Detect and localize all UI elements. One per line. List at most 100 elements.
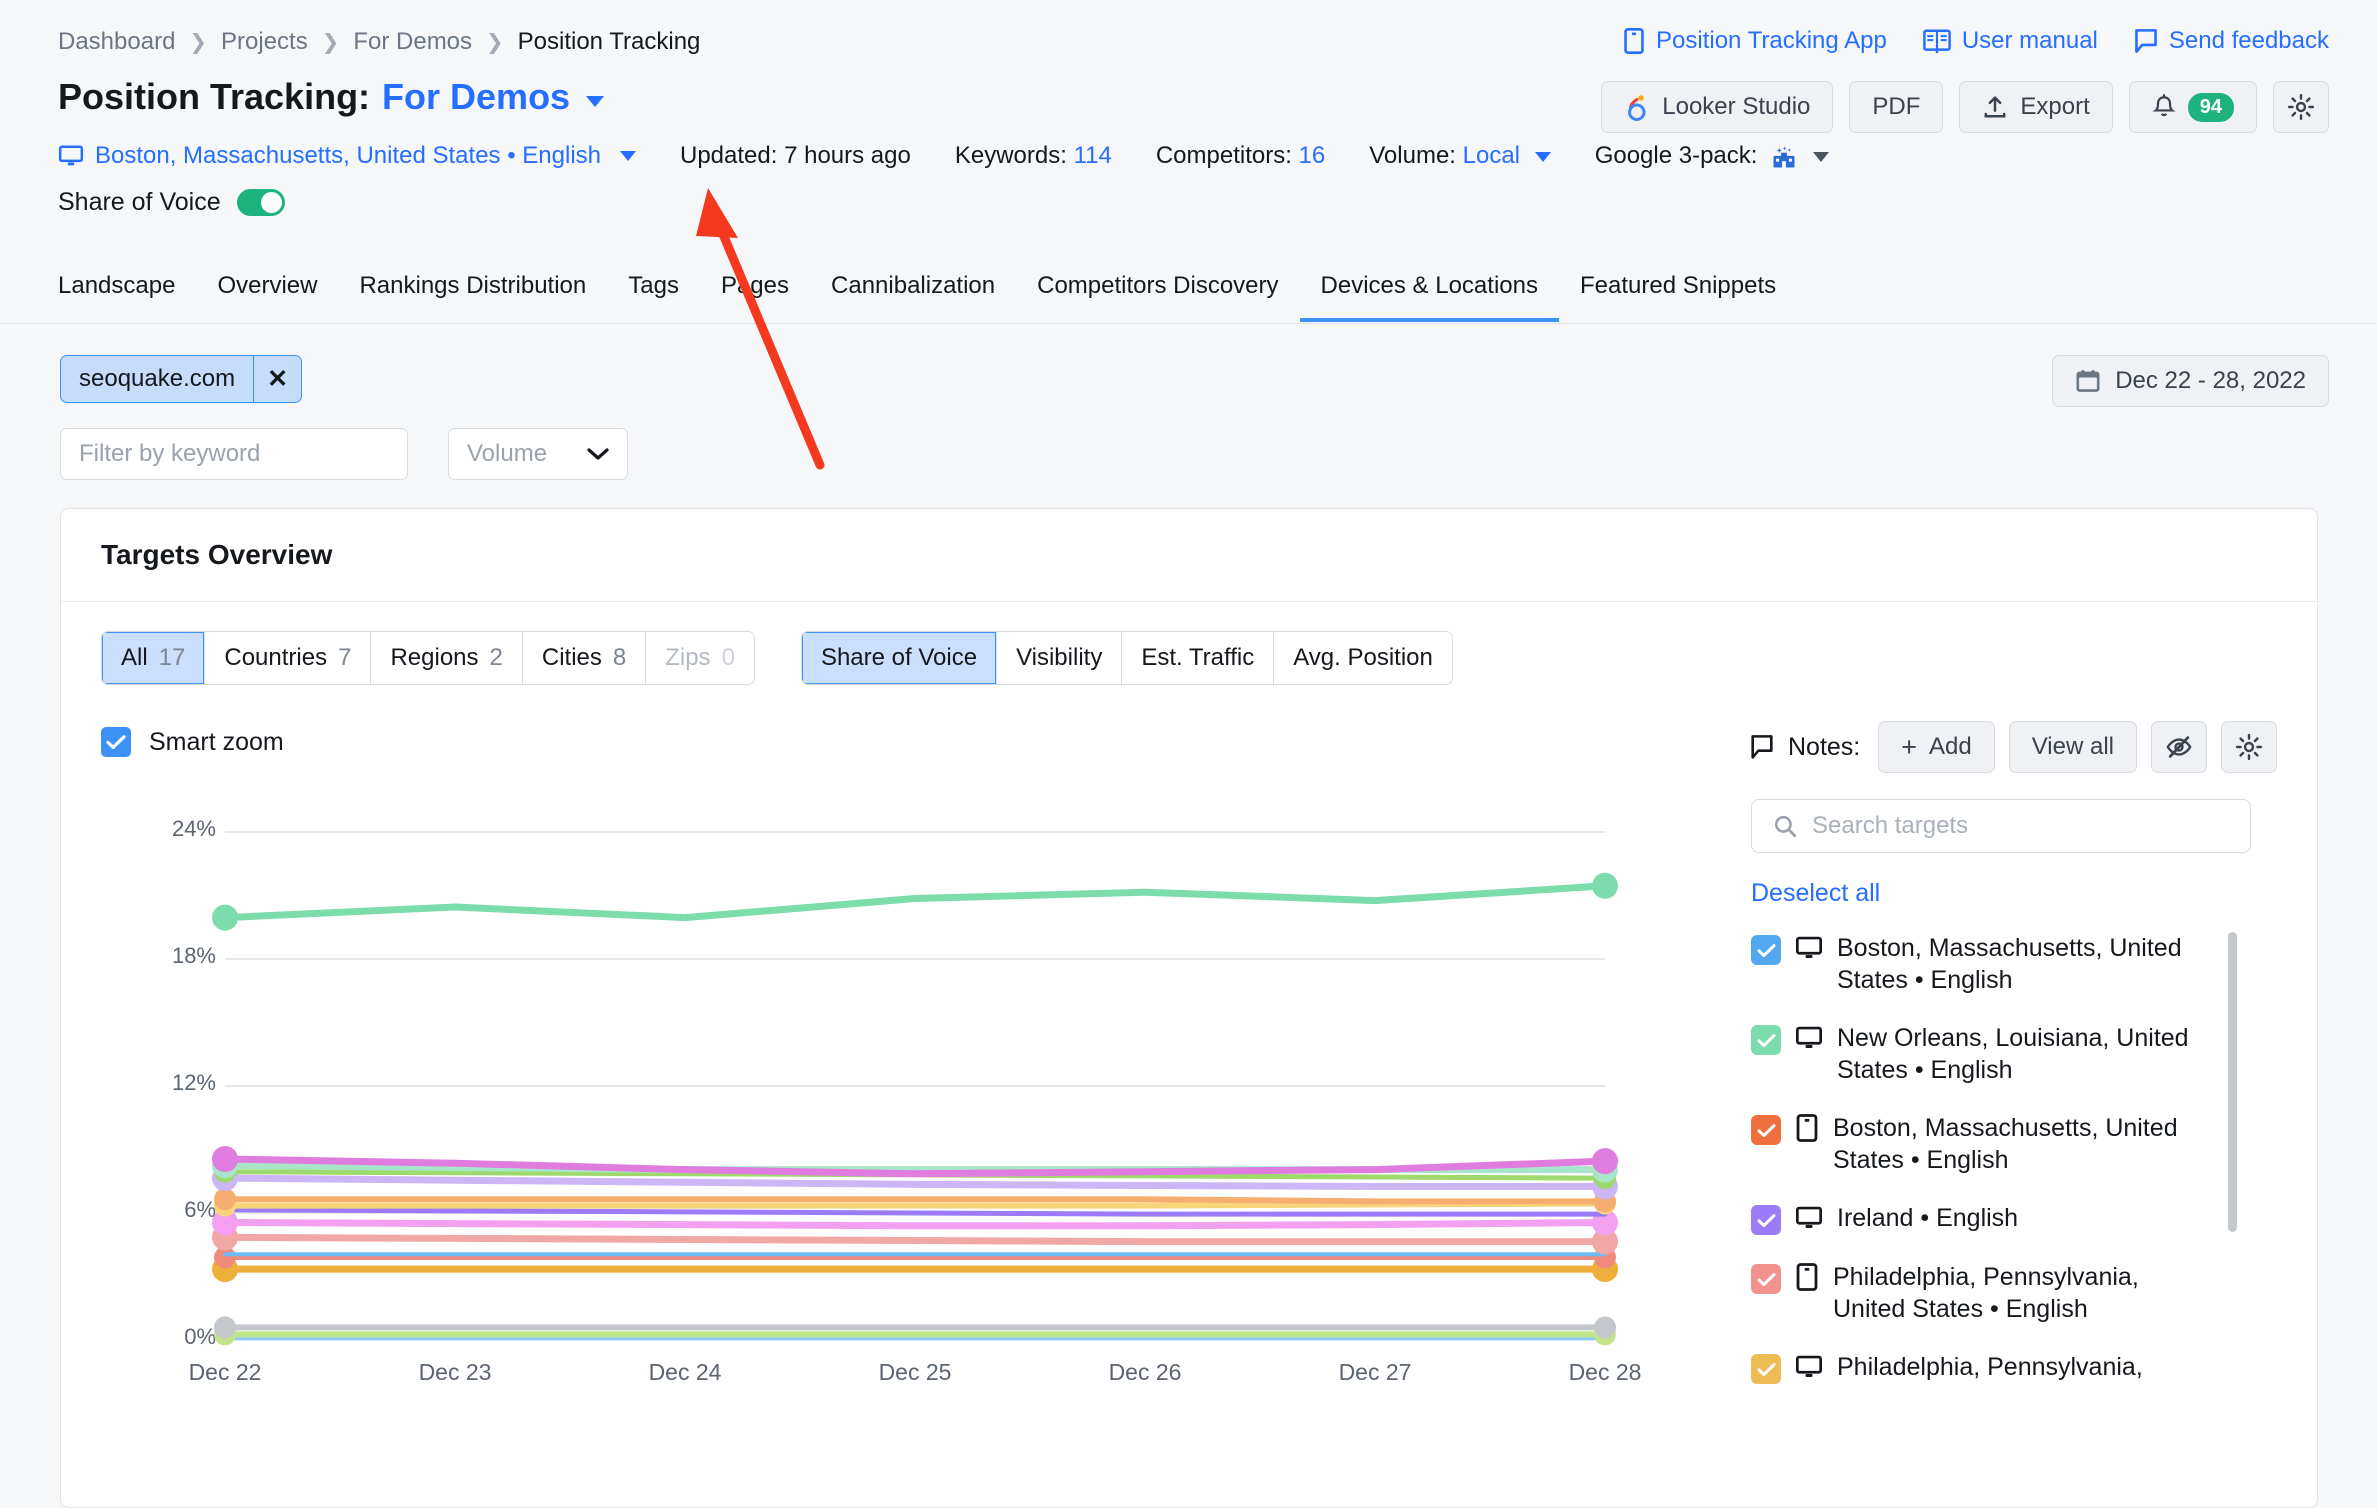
target-checkbox[interactable] — [1751, 1115, 1781, 1145]
targets-list-scrollbar[interactable] — [2228, 932, 2237, 1232]
target-list-item[interactable]: New Orleans, Louisiana, United States • … — [1751, 1022, 2251, 1086]
target-list-item[interactable]: Ireland • English — [1751, 1202, 2251, 1235]
target-checkbox[interactable] — [1751, 1264, 1781, 1294]
target-label: Ireland • English — [1837, 1204, 2019, 1232]
google-3pack-selector[interactable]: Google 3-pack: — [1595, 142, 1829, 171]
deselect-all-link[interactable]: Deselect all — [1751, 879, 1880, 908]
target-checkbox[interactable] — [1751, 1354, 1781, 1384]
volume-filter-select[interactable]: Volume — [448, 428, 628, 480]
chart-series-line — [221, 882, 1609, 922]
chart-series-endpoint-marker — [1594, 1316, 1616, 1339]
keywords-label: Keywords: — [954, 142, 1067, 170]
competitors-value[interactable]: 16 — [1299, 142, 1326, 169]
scope-tab-zips-label: Zips — [665, 644, 711, 671]
target-label: Philadelphia, Pennsylvania, United State… — [1833, 1263, 2139, 1323]
scope-tab-all[interactable]: All 17 — [102, 632, 206, 684]
notes-label: Notes: — [1787, 732, 1861, 761]
keyword-filter — [60, 428, 408, 480]
chart-series-endpoint-marker — [212, 904, 238, 931]
chevron-right-icon: ❯ — [189, 30, 208, 54]
breadcrumb-item-for-demos[interactable]: For Demos — [353, 28, 472, 56]
chart-x-tick-label: Dec 25 — [878, 1359, 952, 1385]
hide-notes-button[interactable] — [2151, 721, 2207, 773]
smart-zoom-checkbox[interactable] — [101, 727, 131, 757]
main-nav-tabs: Landscape Overview Rankings Distribution… — [0, 272, 2377, 324]
date-range-picker[interactable]: Dec 22 - 28, 2022 — [2052, 355, 2329, 407]
user-manual-link[interactable]: User manual — [1922, 27, 2098, 55]
breadcrumb-item-position-tracking: Position Tracking — [517, 28, 701, 55]
keywords-value[interactable]: 114 — [1074, 142, 1112, 169]
page-title-prefix: Position Tracking: — [58, 76, 371, 117]
volume-label: Volume: — [1369, 142, 1456, 170]
scope-tab-regions[interactable]: Regions 2 — [371, 632, 523, 684]
chart-x-tick-label: Dec 22 — [188, 1359, 262, 1385]
metric-tab-share-of-voice[interactable]: Share of Voice — [801, 632, 998, 684]
annotation-arrow — [696, 188, 825, 470]
tab-pages[interactable]: Pages — [700, 272, 810, 318]
looker-studio-button[interactable]: Looker Studio — [1601, 81, 1834, 133]
target-list-item[interactable]: Boston, Massachusetts, United States • E… — [1751, 1112, 2251, 1176]
volume-value: Local — [1462, 142, 1521, 170]
position-tracking-app-link[interactable]: Position Tracking App — [1623, 27, 1887, 55]
notes-settings-button[interactable] — [2221, 721, 2277, 773]
chart-series-endpoint-marker — [214, 1316, 236, 1339]
chevron-down-icon — [1534, 151, 1551, 162]
chart-x-tick-label: Dec 24 — [648, 1359, 722, 1385]
export-button[interactable]: Export — [1959, 81, 2113, 133]
target-list-item[interactable]: Boston, Massachusetts, United States • E… — [1751, 932, 2251, 996]
page-title: Position Tracking: For Demos — [58, 76, 605, 118]
share-of-voice-toggle[interactable] — [236, 189, 285, 216]
chevron-down-icon[interactable] — [586, 95, 605, 107]
settings-button[interactable] — [2273, 81, 2329, 133]
tab-tags[interactable]: Tags — [607, 272, 700, 318]
chart-x-tick-label: Dec 28 — [1568, 1359, 1642, 1385]
check-icon — [1757, 1213, 1775, 1227]
metric-tab-visibility[interactable]: Visibility — [997, 632, 1123, 684]
export-label: Export — [2020, 93, 2090, 120]
tab-cannibalization[interactable]: Cannibalization — [810, 272, 1016, 318]
volume-selector[interactable]: Volume: Local — [1369, 142, 1551, 170]
scope-tab-zips-count: 0 — [721, 644, 735, 671]
scope-tab-all-count: 17 — [158, 644, 186, 671]
tab-landscape[interactable]: Landscape — [58, 272, 196, 318]
date-range-label: Dec 22 - 28, 2022 — [2115, 367, 2306, 394]
scope-tab-cities[interactable]: Cities 8 — [522, 632, 647, 684]
card-title: Targets Overview — [61, 509, 2317, 602]
tab-competitors-discovery[interactable]: Competitors Discovery — [1016, 272, 1299, 318]
tab-devices-and-locations[interactable]: Devices & Locations — [1299, 272, 1559, 322]
notifications-button[interactable]: 94 — [2128, 81, 2257, 133]
breadcrumb-item-projects[interactable]: Projects — [221, 28, 308, 56]
add-note-button[interactable]: + Add — [1878, 721, 1995, 773]
domain-chip[interactable]: seoquake.com ✕ — [60, 355, 303, 403]
metric-tab-est-traffic[interactable]: Est. Traffic — [1122, 632, 1275, 684]
target-list-item[interactable]: Philadelphia, Pennsylvania, United State… — [1751, 1261, 2251, 1325]
pdf-button[interactable]: PDF — [1849, 81, 1944, 133]
search-input[interactable] — [61, 429, 407, 479]
target-checkbox[interactable] — [1751, 1025, 1781, 1055]
chevron-down-icon — [1812, 151, 1829, 162]
metric-tab-avg-position[interactable]: Avg. Position — [1274, 632, 1452, 684]
tab-featured-snippets[interactable]: Featured Snippets — [1559, 272, 1797, 318]
project-name-link[interactable]: For Demos — [382, 76, 570, 118]
search-button[interactable] — [407, 429, 408, 479]
notes-row: Notes: + Add View all — [1750, 721, 2277, 773]
tab-overview[interactable]: Overview — [196, 272, 338, 318]
targets-search-input[interactable] — [1812, 812, 2230, 840]
scope-tab-countries[interactable]: Countries 7 — [205, 632, 372, 684]
chart-x-tick-label: Dec 23 — [418, 1359, 492, 1385]
target-checkbox[interactable] — [1751, 935, 1781, 965]
breadcrumb-item-dashboard[interactable]: Dashboard — [58, 28, 175, 56]
chart-x-tick-label: Dec 27 — [1338, 1359, 1412, 1385]
header-buttons: Looker Studio PDF Export 94 — [1601, 81, 2329, 133]
send-feedback-link[interactable]: Send feedback — [2134, 27, 2329, 55]
view-all-notes-button[interactable]: View all — [2008, 721, 2137, 773]
target-checkbox[interactable] — [1751, 1205, 1781, 1235]
close-icon[interactable]: ✕ — [253, 356, 301, 402]
add-note-label: Add — [1929, 733, 1972, 760]
tab-rankings-distribution[interactable]: Rankings Distribution — [338, 272, 607, 318]
eye-off-icon — [2166, 736, 2192, 758]
pdf-label: PDF — [1872, 93, 1921, 120]
desktop-icon — [1795, 1206, 1823, 1229]
target-list-item[interactable]: Philadelphia, Pennsylvania, — [1751, 1351, 2251, 1384]
location-selector[interactable]: Boston, Massachusetts, United States • E… — [58, 142, 636, 170]
